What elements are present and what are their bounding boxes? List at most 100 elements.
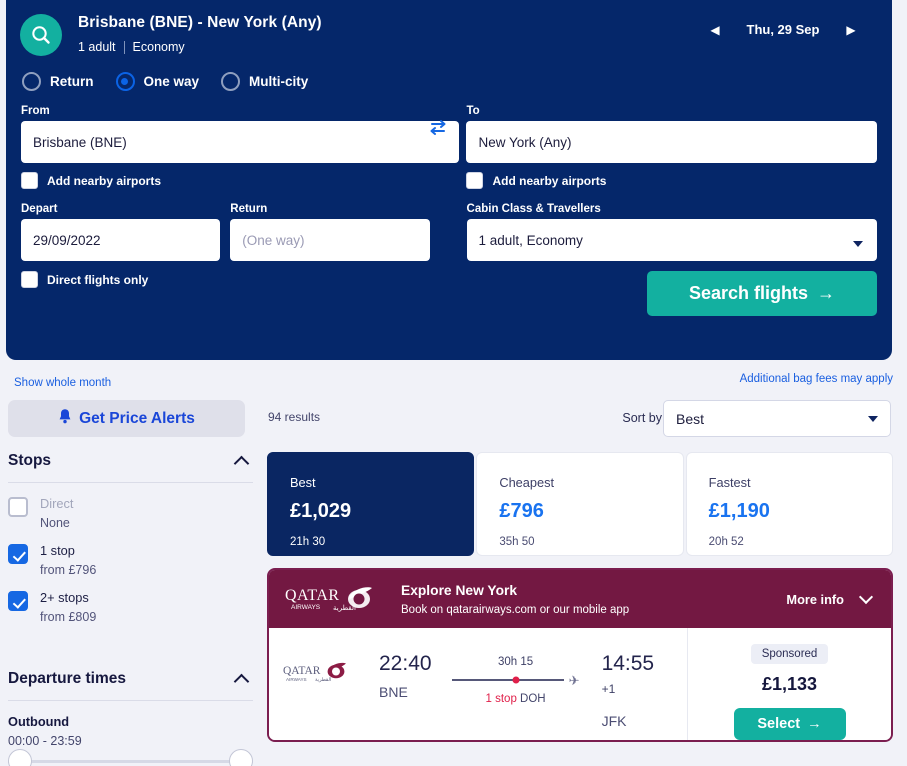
outbound-label: Outbound [8,714,70,729]
price-tab-best-duration: 21h 30 [290,536,326,548]
departure-segment: 22:40 BNE [379,652,432,700]
chevron-down-icon [868,415,878,422]
select-flight-button[interactable]: Select → [733,708,846,740]
price-tabs: Best £1,029 21h 30 Cheapest £796 35h 50 … [267,452,893,556]
search-icon [20,14,62,56]
qatar-airways-logo: QATAR AIRWAYS القطرية [283,662,355,689]
qatar-airways-logo: QATAR AIRWAYS القطرية [285,584,381,614]
to-input[interactable]: New York (Any) [466,121,877,163]
to-nearby-airports-checkbox[interactable]: Add nearby airports [466,172,877,189]
from-input[interactable]: Brisbane (BNE) [21,121,460,163]
get-price-alerts-label: Get Price Alerts [79,409,195,427]
flight-duration: 30h 15 [497,656,534,668]
next-day-button[interactable]: ▶ [838,23,864,37]
checkbox-icon [21,172,38,189]
trip-type-multi-city-label: Multi-city [249,74,309,89]
flight-price-block: Sponsored £1,133 Select → [687,628,891,740]
chevron-up-icon [233,673,250,689]
direct-flights-only-checkbox[interactable]: Direct flights only [21,271,148,288]
sponsor-subtitle: Book on qatarairways.com or our mobile a… [401,603,630,616]
sort-by-value: Best [676,410,705,427]
stops-option-2-plus-label: 2+ stops [40,590,89,605]
flight-result-row[interactable]: QATAR AIRWAYS القطرية 22:40 BNE 30h 15 ✈… [269,628,891,740]
price-tab-cheapest-price: £796 [499,500,544,522]
svg-text:QATAR: QATAR [285,587,340,604]
to-field-group: To New York (Any) [466,105,877,163]
price-tab-best-price: £1,029 [290,500,352,522]
trip-type-return[interactable]: Return [22,72,94,91]
svg-text:QATAR: QATAR [283,665,321,677]
price-tab-cheapest-label: Cheapest [499,475,555,490]
cabin-field-group: Cabin Class & Travellers 1 adult, Econom… [466,203,878,261]
stops-option-direct[interactable]: Direct None [8,483,253,530]
cabin-class-label: Cabin Class & Travellers [466,203,601,215]
search-flights-button[interactable]: Search flights → [647,271,877,316]
outbound-time-slider[interactable] [8,749,253,766]
slider-handle-min[interactable] [8,749,32,766]
price-tab-best-label: Best [290,475,316,490]
trip-type-multi-city[interactable]: Multi-city [221,72,308,91]
chevron-up-icon [233,455,250,471]
departure-times-header[interactable]: Departure times [8,670,253,700]
more-info-button[interactable]: More info [786,589,875,607]
price-tab-cheapest[interactable]: Cheapest £796 35h 50 [476,452,684,556]
direct-flights-only-label: Direct flights only [47,272,149,287]
stops-info: 1 stop DOH [452,693,580,705]
bag-fees-link[interactable]: Additional bag fees may apply [740,373,893,385]
price-tab-fastest-label: Fastest [708,475,751,490]
cabin-class-select[interactable]: 1 adult, Economy [466,219,878,261]
option-text: 2+ stops from £809 [40,590,96,624]
stops-filter-header[interactable]: Stops [8,452,253,482]
from-label: From [21,105,50,117]
arrival-day-offset: +1 [601,682,616,696]
chevron-down-icon [858,589,874,604]
show-whole-month-link[interactable]: Show whole month [14,377,111,389]
return-date-input[interactable]: (One way) [230,219,430,261]
swap-icon[interactable] [427,116,449,138]
search-panel: Brisbane (BNE) - New York (Any) 1 adult … [6,0,892,360]
results-main: Best £1,029 21h 30 Cheapest £796 35h 50 … [267,452,893,742]
svg-text:القطرية: القطرية [315,677,331,683]
svg-text:AIRWAYS: AIRWAYS [291,604,321,611]
price-tab-fastest-duration: 20h 52 [708,536,744,548]
flight-duration-block: 30h 15 ✈ 1 stop DOH [451,652,580,705]
arrival-airport-code: JFK [601,713,627,729]
sort-by-select[interactable]: Best [663,400,891,437]
stops-count: 1 stop [485,693,517,705]
to-nearby-label: Add nearby airports [492,173,607,188]
sort-by-label: Sort by [622,411,662,425]
price-tab-best[interactable]: Best £1,029 21h 30 [267,452,475,556]
depart-date-input[interactable]: 29/09/2022 [21,219,221,261]
radio-one-way-icon [115,72,135,91]
slider-handle-max[interactable] [229,749,253,766]
divider [8,700,253,701]
trip-type-one-way-label: One way [143,74,200,89]
checkbox-icon [8,544,28,564]
checkbox-icon [466,172,484,189]
stops-option-2-plus-stops[interactable]: 2+ stops from £809 [8,577,253,624]
cabin-label: Economy [132,40,185,54]
sponsored-flight-card: QATAR AIRWAYS القطرية Explore New York B… [267,568,893,742]
flight-price: £1,133 [761,674,818,694]
get-price-alerts-button[interactable]: Get Price Alerts [8,400,245,437]
dates-cabin-row: Depart 29/09/2022 Return (One way) Cabin… [6,203,892,261]
stops-option-1-stop[interactable]: 1 stop from £796 [8,530,253,577]
price-tab-cheapest-duration: 35h 50 [499,536,535,548]
stops-option-2-plus-sub: from £809 [40,610,97,624]
arrow-right-icon: → [817,283,836,303]
price-tab-fastest[interactable]: Fastest £1,190 20h 52 [685,452,893,556]
more-info-label: More info [786,591,844,607]
select-button-label: Select [757,716,801,732]
departure-airport-code: BNE [379,684,408,700]
prev-day-button[interactable]: ◀ [702,23,728,37]
departure-time: 22:40 [379,652,432,675]
chevron-down-icon [853,241,864,247]
trip-type-one-way[interactable]: One way [115,72,200,91]
results-toolbar: Get Price Alerts 94 results Sort by Best [0,400,907,440]
checkbox-icon [8,497,28,517]
outbound-range: 00:00 - 23:59 [8,734,82,748]
search-panel-header: Brisbane (BNE) - New York (Any) 1 adult … [6,0,892,56]
from-nearby-airports-checkbox[interactable]: Add nearby airports [21,172,459,189]
option-text: Direct None [40,496,73,530]
stops-option-direct-label: Direct [40,496,74,511]
